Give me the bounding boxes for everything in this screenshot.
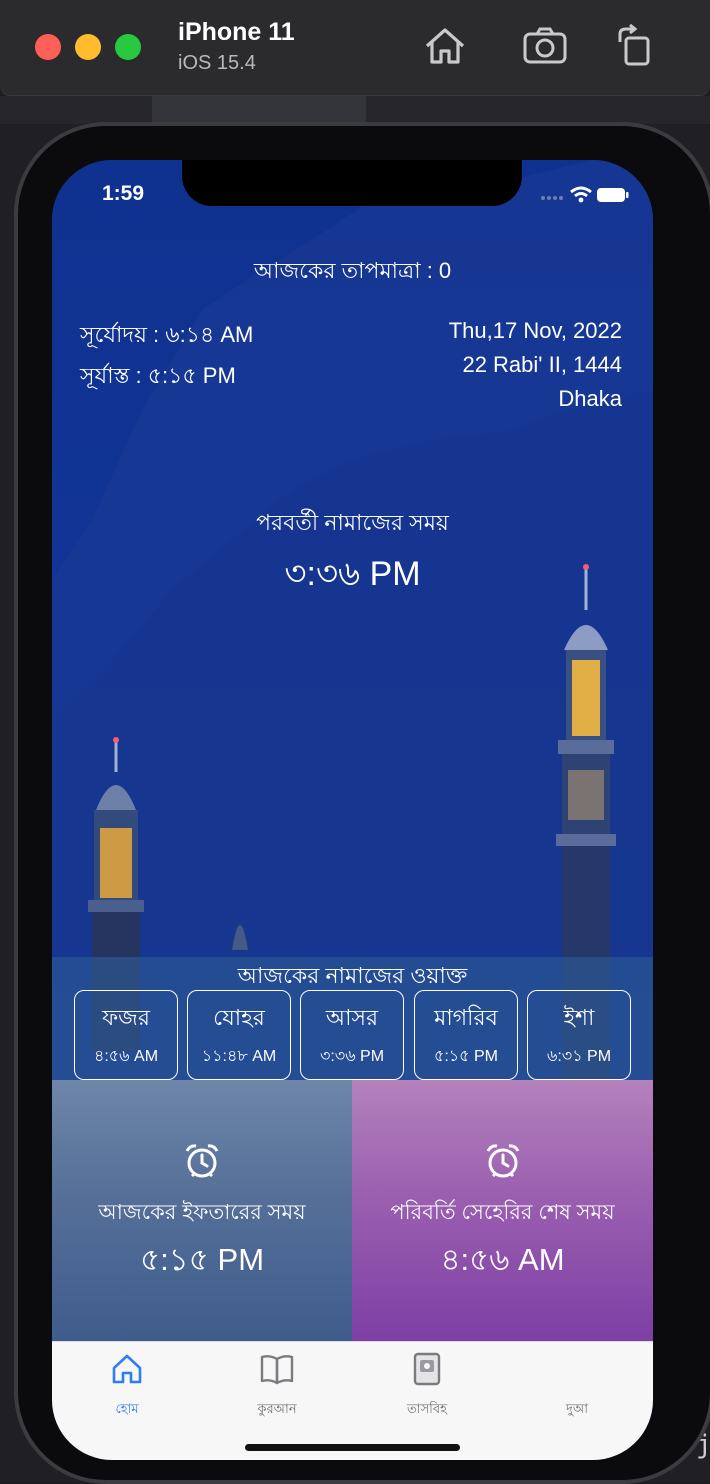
prayer-time: ৫:১৫ PM: [433, 1048, 499, 1065]
prayer-card-asr[interactable]: আসর ৩:৩৬ PM: [300, 990, 404, 1080]
prayer-name: আসর: [325, 1005, 379, 1030]
app-screen: 1:59 আজকের তাপমাত্রা : 0 সূর্যোদয় : ৬:১…: [52, 160, 653, 1460]
sehri-time: ৪:৫৬ AM: [440, 1242, 565, 1277]
alarm-clock-icon: [185, 1144, 219, 1178]
home-indicator: [245, 1444, 460, 1451]
device-notch: [182, 160, 522, 206]
tab-label: তাসবিহ: [407, 1401, 447, 1416]
iftar-time: ৫:১৫ PM: [139, 1242, 265, 1277]
tab-label: কুরআন: [257, 1401, 297, 1416]
temperature-text: আজকের তাপমাত্রা : 0: [253, 258, 452, 283]
prayer-name: যোহর: [213, 1005, 265, 1030]
next-prayer-time: ৩:৩৬ PM: [284, 555, 421, 593]
tab-label: হোম: [115, 1401, 139, 1416]
prayer-card-maghrib[interactable]: মাগরিব ৫:১৫ PM: [414, 990, 518, 1080]
tab-dua[interactable]: দুআ: [502, 1352, 652, 1422]
prayer-name: মাগরিব: [434, 1005, 498, 1030]
prayer-card-isha[interactable]: ইশা ৬:৩১ PM: [527, 990, 631, 1080]
status-bar-time: 1:59: [102, 182, 145, 205]
simulator-title-bar: iPhone 11 iOS 15.4: [0, 0, 710, 96]
tasbih-icon: [413, 1352, 441, 1386]
zoom-window-button[interactable]: [115, 34, 141, 60]
tab-bar: হোম কুরআন তাসবিহ দুআ: [52, 1341, 653, 1460]
prayer-time: ১১:৪৮ AM: [201, 1048, 277, 1065]
sehri-panel[interactable]: পরিবর্তি সেহেরির শেষ সময় ৪:৫৬ AM: [352, 1080, 653, 1341]
tab-tasbih[interactable]: তাসবিহ: [352, 1352, 502, 1422]
prayer-card-fajr[interactable]: ফজর ৪:৫৬ AM: [74, 990, 178, 1080]
sunrise-text: সূর্যোদয় : ৬:১৪ AM: [80, 322, 254, 347]
home-icon: [112, 1354, 142, 1384]
hijri-date: 22 Rabi' II, 1444: [462, 352, 622, 377]
close-window-button[interactable]: [35, 34, 61, 60]
home-icon[interactable]: [422, 24, 468, 68]
gregorian-date: Thu,17 Nov, 2022: [448, 318, 622, 343]
tab-home[interactable]: হোম: [52, 1352, 202, 1422]
prayer-time: ৩:৩৬ PM: [319, 1048, 385, 1065]
sehri-label: পরিবর্তি সেহেরির শেষ সময়: [390, 1201, 615, 1224]
mosque-minaret-illustration: [52, 160, 653, 1081]
prayer-time: ৪:৫৬ AM: [93, 1048, 159, 1065]
book-icon: [260, 1355, 294, 1385]
alarm-clock-icon: [486, 1144, 519, 1178]
prayer-time: ৬:৩১ PM: [546, 1048, 612, 1065]
prayer-name: ইশা: [563, 1005, 595, 1030]
city-name: Dhaka: [558, 386, 622, 411]
prayer-times-strip: আজকের নামাজের ওয়াক্ত ফজর ৪:৫৬ AM যোহর ১…: [52, 957, 653, 1081]
xcode-active-tab: [152, 96, 366, 124]
screenshot-icon[interactable]: [522, 24, 568, 68]
minimize-window-button[interactable]: [75, 34, 101, 60]
status-icons: [541, 186, 629, 203]
tab-quran[interactable]: কুরআন: [202, 1352, 352, 1422]
prayer-name: ফজর: [102, 1005, 150, 1030]
simulator-device-name: iPhone 11: [178, 18, 295, 46]
iftar-label: আজকের ইফতারের সময়: [98, 1201, 306, 1224]
iftar-panel[interactable]: আজকের ইফতারের সময় ৫:১৫ PM: [52, 1080, 352, 1341]
rotate-icon[interactable]: [612, 24, 658, 68]
next-prayer-label: পরবর্তী নামাজের সময়: [256, 510, 449, 535]
tab-label: দুআ: [566, 1401, 588, 1416]
prayer-card-dhuhr[interactable]: যোহর ১১:৪৮ AM: [187, 990, 291, 1080]
sunset-text: সূর্যাস্ত : ৫:১৫ PM: [80, 363, 236, 388]
simulator-os-version: iOS 15.4: [178, 52, 256, 74]
